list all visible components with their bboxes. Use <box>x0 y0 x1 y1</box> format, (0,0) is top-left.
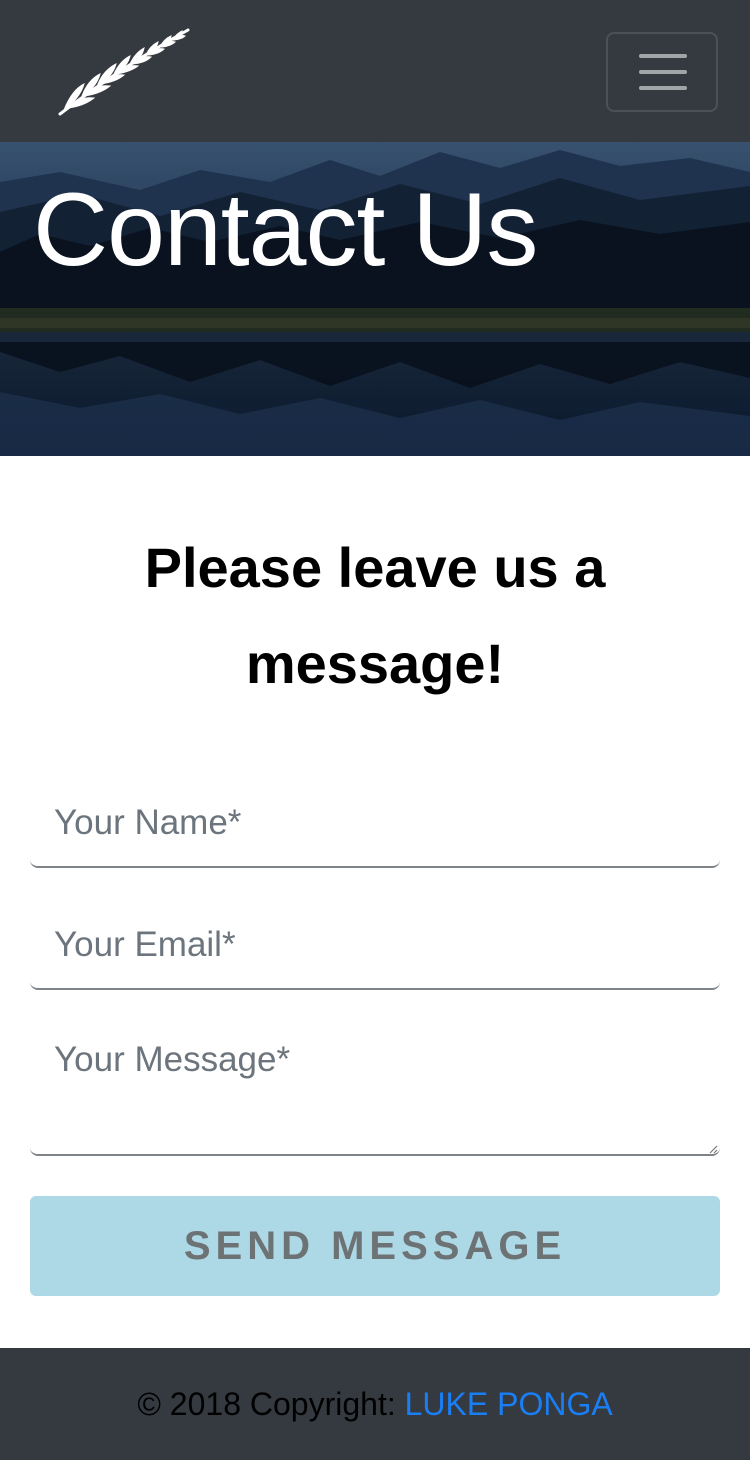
page-title: Contact Us <box>33 172 538 288</box>
form-heading: Please leave us a message! <box>60 520 690 712</box>
email-input[interactable] <box>30 902 720 990</box>
author-link[interactable]: LUKE PONGA <box>405 1386 613 1422</box>
footer-copyright: © 2018 Copyright: LUKE PONGA <box>0 1384 750 1424</box>
name-input[interactable] <box>30 780 720 868</box>
message-textarea[interactable] <box>30 1022 720 1156</box>
form-heading-line1: Please leave us a <box>144 536 606 599</box>
resize-grip-icon[interactable] <box>708 1144 718 1154</box>
hero-banner: Contact Us <box>0 142 750 456</box>
silver-fern-icon[interactable] <box>54 26 194 118</box>
navbar <box>0 0 750 142</box>
footer: © 2018 Copyright: LUKE PONGA <box>0 1348 750 1460</box>
hamburger-menu-button[interactable] <box>606 32 718 112</box>
copyright-text: © 2018 Copyright: <box>137 1386 405 1422</box>
form-heading-line2: message! <box>245 632 505 695</box>
send-message-button[interactable]: SEND MESSAGE <box>30 1196 720 1296</box>
